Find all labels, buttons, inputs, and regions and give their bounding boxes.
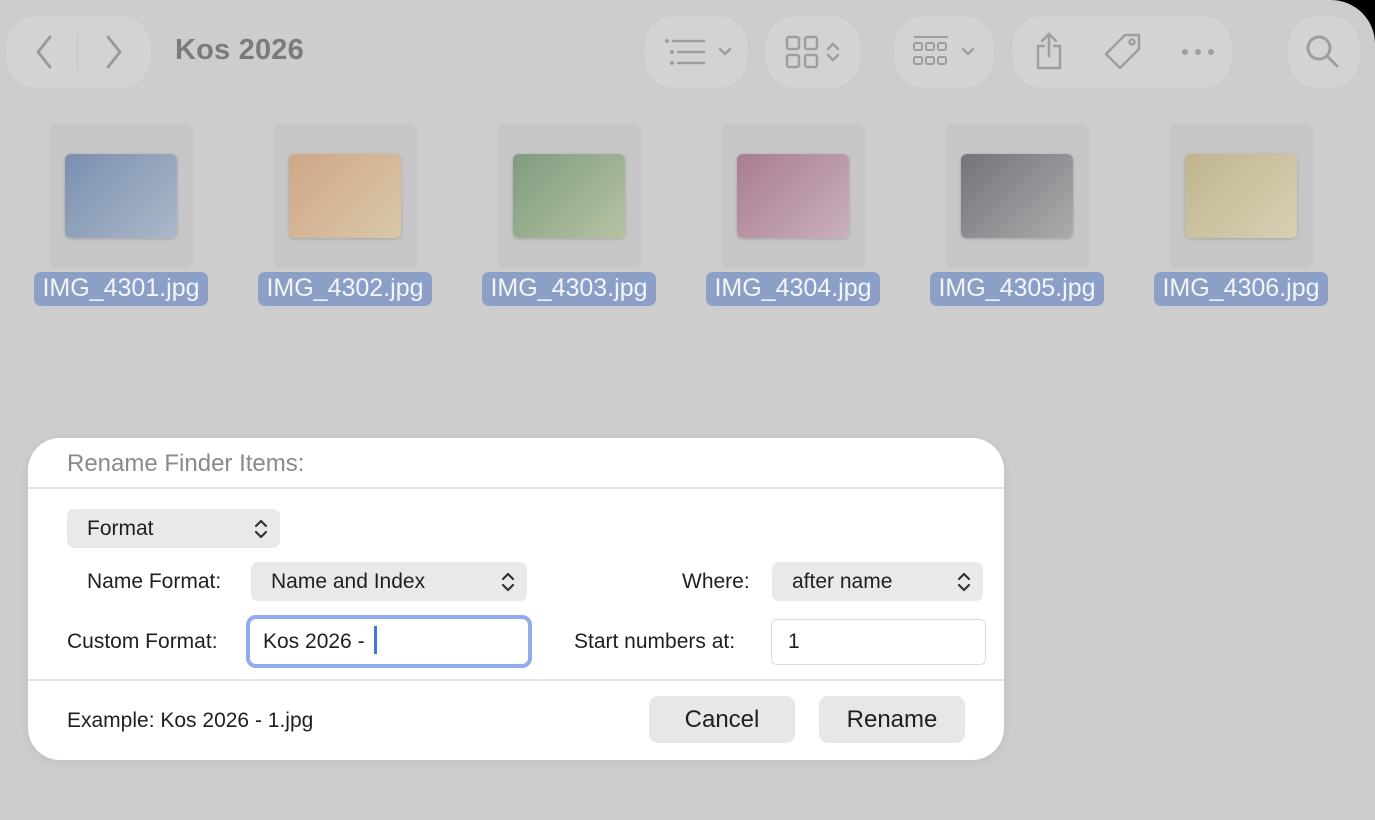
icon-view-button[interactable] [765, 16, 861, 88]
image-thumbnail [513, 154, 625, 238]
file-item[interactable]: IMG_4302.jpg [257, 124, 433, 308]
image-thumbnail [289, 154, 401, 238]
ellipsis-icon [1182, 49, 1214, 55]
updown-chevron-icon [501, 572, 515, 592]
finder-window: Kos 2026 IMG_4301.jpg IMG_4302.jpg IMG_4… [0, 0, 1375, 820]
name-format-value: Name and Index [271, 570, 426, 593]
list-icon [665, 39, 706, 65]
where-label: Where: [682, 570, 750, 593]
search-button[interactable] [1288, 16, 1360, 88]
text-caret [374, 626, 378, 655]
file-name-label: IMG_4304.jpg [706, 272, 880, 306]
divider [28, 487, 1004, 489]
nav-buttons [6, 16, 151, 88]
updown-chevron-icon [957, 572, 971, 592]
actions-group [1012, 16, 1232, 88]
example-text: Example: Kos 2026 - 1.jpg [67, 709, 314, 732]
tag-icon [1104, 33, 1141, 70]
updown-chevron-icon [826, 42, 840, 62]
back-button[interactable] [6, 16, 76, 88]
file-name-label: IMG_4302.jpg [258, 272, 432, 306]
file-name: IMG_4301.jpg [33, 272, 209, 306]
file-name-label: IMG_4306.jpg [1154, 272, 1328, 306]
custom-format-label: Custom Format: [67, 630, 218, 653]
share-icon [1036, 32, 1062, 70]
file-item[interactable]: IMG_4306.jpg [1153, 124, 1329, 308]
image-thumbnail [65, 154, 177, 238]
updown-chevron-icon [254, 519, 268, 539]
where-value: after name [792, 570, 893, 593]
rename-mode-popup[interactable]: Format [67, 509, 280, 548]
share-button[interactable] [1012, 16, 1084, 88]
search-icon [1306, 35, 1339, 68]
image-thumbnail [1185, 154, 1297, 238]
chevron-left-icon [36, 35, 52, 69]
rename-button[interactable]: Rename [819, 696, 965, 743]
cancel-button[interactable]: Cancel [649, 696, 795, 743]
window-title: Kos 2026 [175, 34, 304, 66]
file-name-label: IMG_4305.jpg [930, 272, 1104, 306]
file-name: IMG_4305.jpg [929, 272, 1105, 306]
image-thumbnail [737, 154, 849, 238]
start-numbers-label: Start numbers at: [574, 630, 736, 653]
file-item[interactable]: IMG_4304.jpg [705, 124, 881, 308]
list-view-button[interactable] [644, 16, 748, 88]
start-numbers-field[interactable]: 1 [771, 619, 986, 665]
file-name-label: IMG_4301.jpg [34, 272, 208, 306]
file-name: IMG_4306.jpg [1153, 272, 1329, 306]
rename-dialog: Rename Finder Items: Format Name Format:… [28, 438, 1004, 760]
file-name-label: IMG_4303.jpg [482, 272, 656, 306]
chevron-right-icon [106, 35, 122, 69]
divider [28, 679, 1004, 681]
custom-format-field[interactable]: Kos 2026 - [246, 615, 532, 668]
forward-button[interactable] [80, 16, 150, 88]
chevron-down-icon [718, 47, 732, 56]
grid-icon [785, 35, 819, 69]
dialog-title: Rename Finder Items: [67, 450, 305, 477]
image-thumbnail [961, 154, 1073, 238]
more-button[interactable] [1162, 16, 1232, 88]
name-format-popup[interactable]: Name and Index [251, 562, 527, 601]
rename-mode-value: Format [87, 517, 154, 540]
nav-divider [77, 34, 78, 70]
chevron-down-icon [961, 47, 975, 56]
group-grid-icon [913, 36, 948, 65]
file-item[interactable]: IMG_4303.jpg [481, 124, 657, 308]
file-name: IMG_4304.jpg [705, 272, 881, 306]
file-name: IMG_4303.jpg [481, 272, 657, 306]
where-popup[interactable]: after name [772, 562, 983, 601]
start-numbers-value: 1 [788, 630, 800, 653]
file-item[interactable]: IMG_4301.jpg [33, 124, 209, 308]
name-format-label: Name Format: [87, 570, 222, 593]
group-button[interactable] [894, 16, 994, 88]
file-name: IMG_4302.jpg [257, 272, 433, 306]
file-item[interactable]: IMG_4305.jpg [929, 124, 1105, 308]
tag-button[interactable] [1088, 16, 1160, 88]
custom-format-value: Kos 2026 - [263, 630, 371, 653]
